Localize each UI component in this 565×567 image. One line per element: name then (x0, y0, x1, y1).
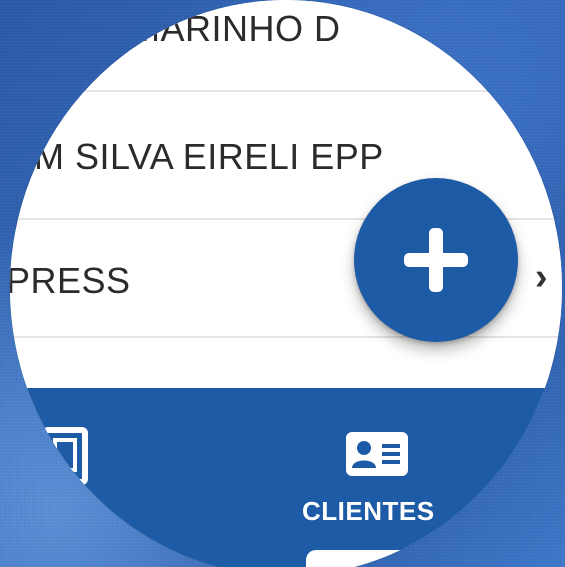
contact-card-icon (346, 432, 408, 476)
nav-item-documents[interactable] (36, 426, 96, 496)
list-item[interactable]: MARINHO D (10, 0, 562, 92)
plus-icon (404, 228, 468, 292)
chevron-right-icon: › (534, 256, 548, 298)
chevron-right-icon: › (553, 132, 562, 175)
document-icon (42, 427, 88, 485)
list-item-label: M SILVA EIRELI EPP (34, 136, 384, 177)
bottom-navigation: CLIENTES (10, 388, 562, 567)
list-item-label: MARINHO D (130, 8, 341, 49)
zoomed-app-view: MARINHO D M SILVA EIRELI EPP › PRESS › (10, 0, 562, 567)
list-item-label: PRESS (10, 260, 131, 301)
add-client-button[interactable] (354, 178, 518, 342)
list-item[interactable] (10, 338, 562, 388)
nav-item-label: CLIENTES (302, 496, 435, 526)
nav-item-clientes[interactable]: CLIENTES (292, 418, 472, 528)
active-tab-indicator (306, 550, 426, 567)
